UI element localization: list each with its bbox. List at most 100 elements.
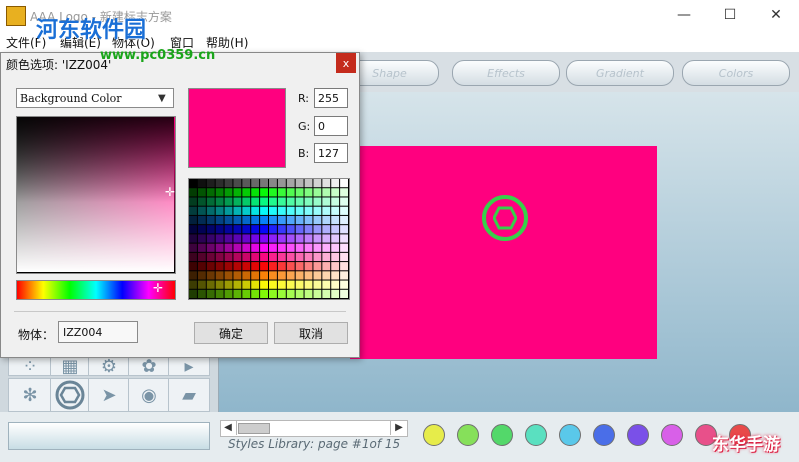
palette-cell[interactable] [206, 262, 215, 271]
palette-cell[interactable] [215, 206, 224, 215]
palette-cell[interactable] [304, 234, 313, 243]
palette-cell[interactable] [215, 188, 224, 197]
ok-button[interactable]: 确定 [194, 322, 268, 344]
palette-cell[interactable] [251, 206, 260, 215]
palette-cell[interactable] [206, 215, 215, 225]
color-swatch[interactable] [593, 424, 615, 446]
palette-cell[interactable] [277, 197, 286, 206]
palette-cell[interactable] [224, 252, 233, 262]
palette-cell[interactable] [251, 289, 260, 298]
palette-cell[interactable] [206, 271, 215, 280]
palette-cell[interactable] [233, 179, 242, 188]
palette-cell[interactable] [206, 252, 215, 262]
palette-cell[interactable] [286, 243, 295, 252]
palette-cell[interactable] [242, 262, 251, 271]
palette-cell[interactable] [197, 206, 206, 215]
palette-cell[interactable] [242, 234, 251, 243]
palette-cell[interactable] [260, 271, 268, 280]
palette-cell[interactable] [260, 225, 268, 234]
palette-cell[interactable] [286, 262, 295, 271]
tab-gradient[interactable]: Gradient [566, 60, 674, 86]
palette-cell[interactable] [215, 252, 224, 262]
palette-cell[interactable] [251, 280, 260, 289]
close-window-button[interactable]: ✕ [753, 0, 799, 30]
palette-cell[interactable] [197, 234, 206, 243]
palette-cell[interactable] [331, 206, 340, 215]
palette-cell[interactable] [304, 179, 313, 188]
palette-cell[interactable] [215, 215, 224, 225]
crosshair-icon[interactable]: ✛ [153, 281, 163, 295]
style-thumb-button[interactable]: ◉ [128, 378, 170, 412]
palette-cell[interactable] [233, 215, 242, 225]
palette-cell[interactable] [189, 252, 197, 262]
palette-cell[interactable] [322, 243, 331, 252]
palette-cell[interactable] [206, 206, 215, 215]
palette-cell[interactable] [251, 197, 260, 206]
palette-cell[interactable] [242, 243, 251, 252]
minimize-button[interactable]: — [661, 0, 707, 30]
palette-cell[interactable] [340, 271, 348, 280]
palette-cell[interactable] [242, 225, 251, 234]
palette-cell[interactable] [189, 262, 197, 271]
palette-cell[interactable] [189, 234, 197, 243]
palette-cell[interactable] [269, 289, 277, 298]
palette-cell[interactable] [260, 252, 268, 262]
palette-cell[interactable] [340, 188, 348, 197]
palette-cell[interactable] [215, 262, 224, 271]
palette-cell[interactable] [215, 234, 224, 243]
palette-cell[interactable] [242, 215, 251, 225]
palette-cell[interactable] [242, 206, 251, 215]
palette-cell[interactable] [189, 225, 197, 234]
palette-cell[interactable] [340, 197, 348, 206]
palette-cell[interactable] [277, 179, 286, 188]
palette-cell[interactable] [251, 271, 260, 280]
palette-cell[interactable] [269, 234, 277, 243]
palette-cell[interactable] [224, 179, 233, 188]
palette-cell[interactable] [215, 197, 224, 206]
color-swatch[interactable] [627, 424, 649, 446]
palette-cell[interactable] [197, 289, 206, 298]
palette-cell[interactable] [233, 188, 242, 197]
palette-cell[interactable] [286, 215, 295, 225]
chevron-down-icon[interactable]: ▼ [158, 93, 166, 104]
palette-cell[interactable] [233, 234, 242, 243]
palette-cell[interactable] [197, 188, 206, 197]
green-input[interactable]: 0 [314, 116, 348, 136]
palette-cell[interactable] [322, 262, 331, 271]
scroll-right-arrow-icon[interactable]: ▶ [390, 420, 407, 435]
palette-cell[interactable] [206, 243, 215, 252]
color-swatch[interactable] [491, 424, 513, 446]
palette-cell[interactable] [189, 215, 197, 225]
palette-cell[interactable] [313, 215, 322, 225]
palette-cell[interactable] [233, 225, 242, 234]
cancel-button[interactable]: 取消 [274, 322, 348, 344]
palette-cell[interactable] [269, 262, 277, 271]
palette-cell[interactable] [269, 280, 277, 289]
palette-cell[interactable] [277, 215, 286, 225]
palette-cell[interactable] [277, 225, 286, 234]
style-thumb-banner[interactable]: ▰ [168, 378, 210, 412]
palette-cell[interactable] [206, 225, 215, 234]
palette-cell[interactable] [331, 243, 340, 252]
palette-cell[interactable] [242, 188, 251, 197]
palette-cell[interactable] [224, 215, 233, 225]
palette-cell[interactable] [197, 280, 206, 289]
palette-cell[interactable] [233, 252, 242, 262]
palette-cell[interactable] [304, 271, 313, 280]
palette-cell[interactable] [313, 225, 322, 234]
dialog-close-button[interactable]: x [336, 53, 356, 73]
palette-cell[interactable] [322, 215, 331, 225]
palette-cell[interactable] [340, 289, 348, 298]
hue-slider[interactable] [16, 280, 176, 300]
color-swatch[interactable] [457, 424, 479, 446]
palette-cell[interactable] [189, 197, 197, 206]
blue-input[interactable]: 127 [314, 143, 348, 163]
palette-cell[interactable] [304, 289, 313, 298]
object-name-field[interactable]: IZZ004 [58, 321, 138, 343]
value-gradient-overlay[interactable] [17, 117, 174, 272]
palette-cell[interactable] [215, 280, 224, 289]
palette-cell[interactable] [331, 225, 340, 234]
palette-cell[interactable] [277, 206, 286, 215]
palette-cell[interactable] [197, 179, 206, 188]
logo-background-rect[interactable] [350, 146, 657, 359]
